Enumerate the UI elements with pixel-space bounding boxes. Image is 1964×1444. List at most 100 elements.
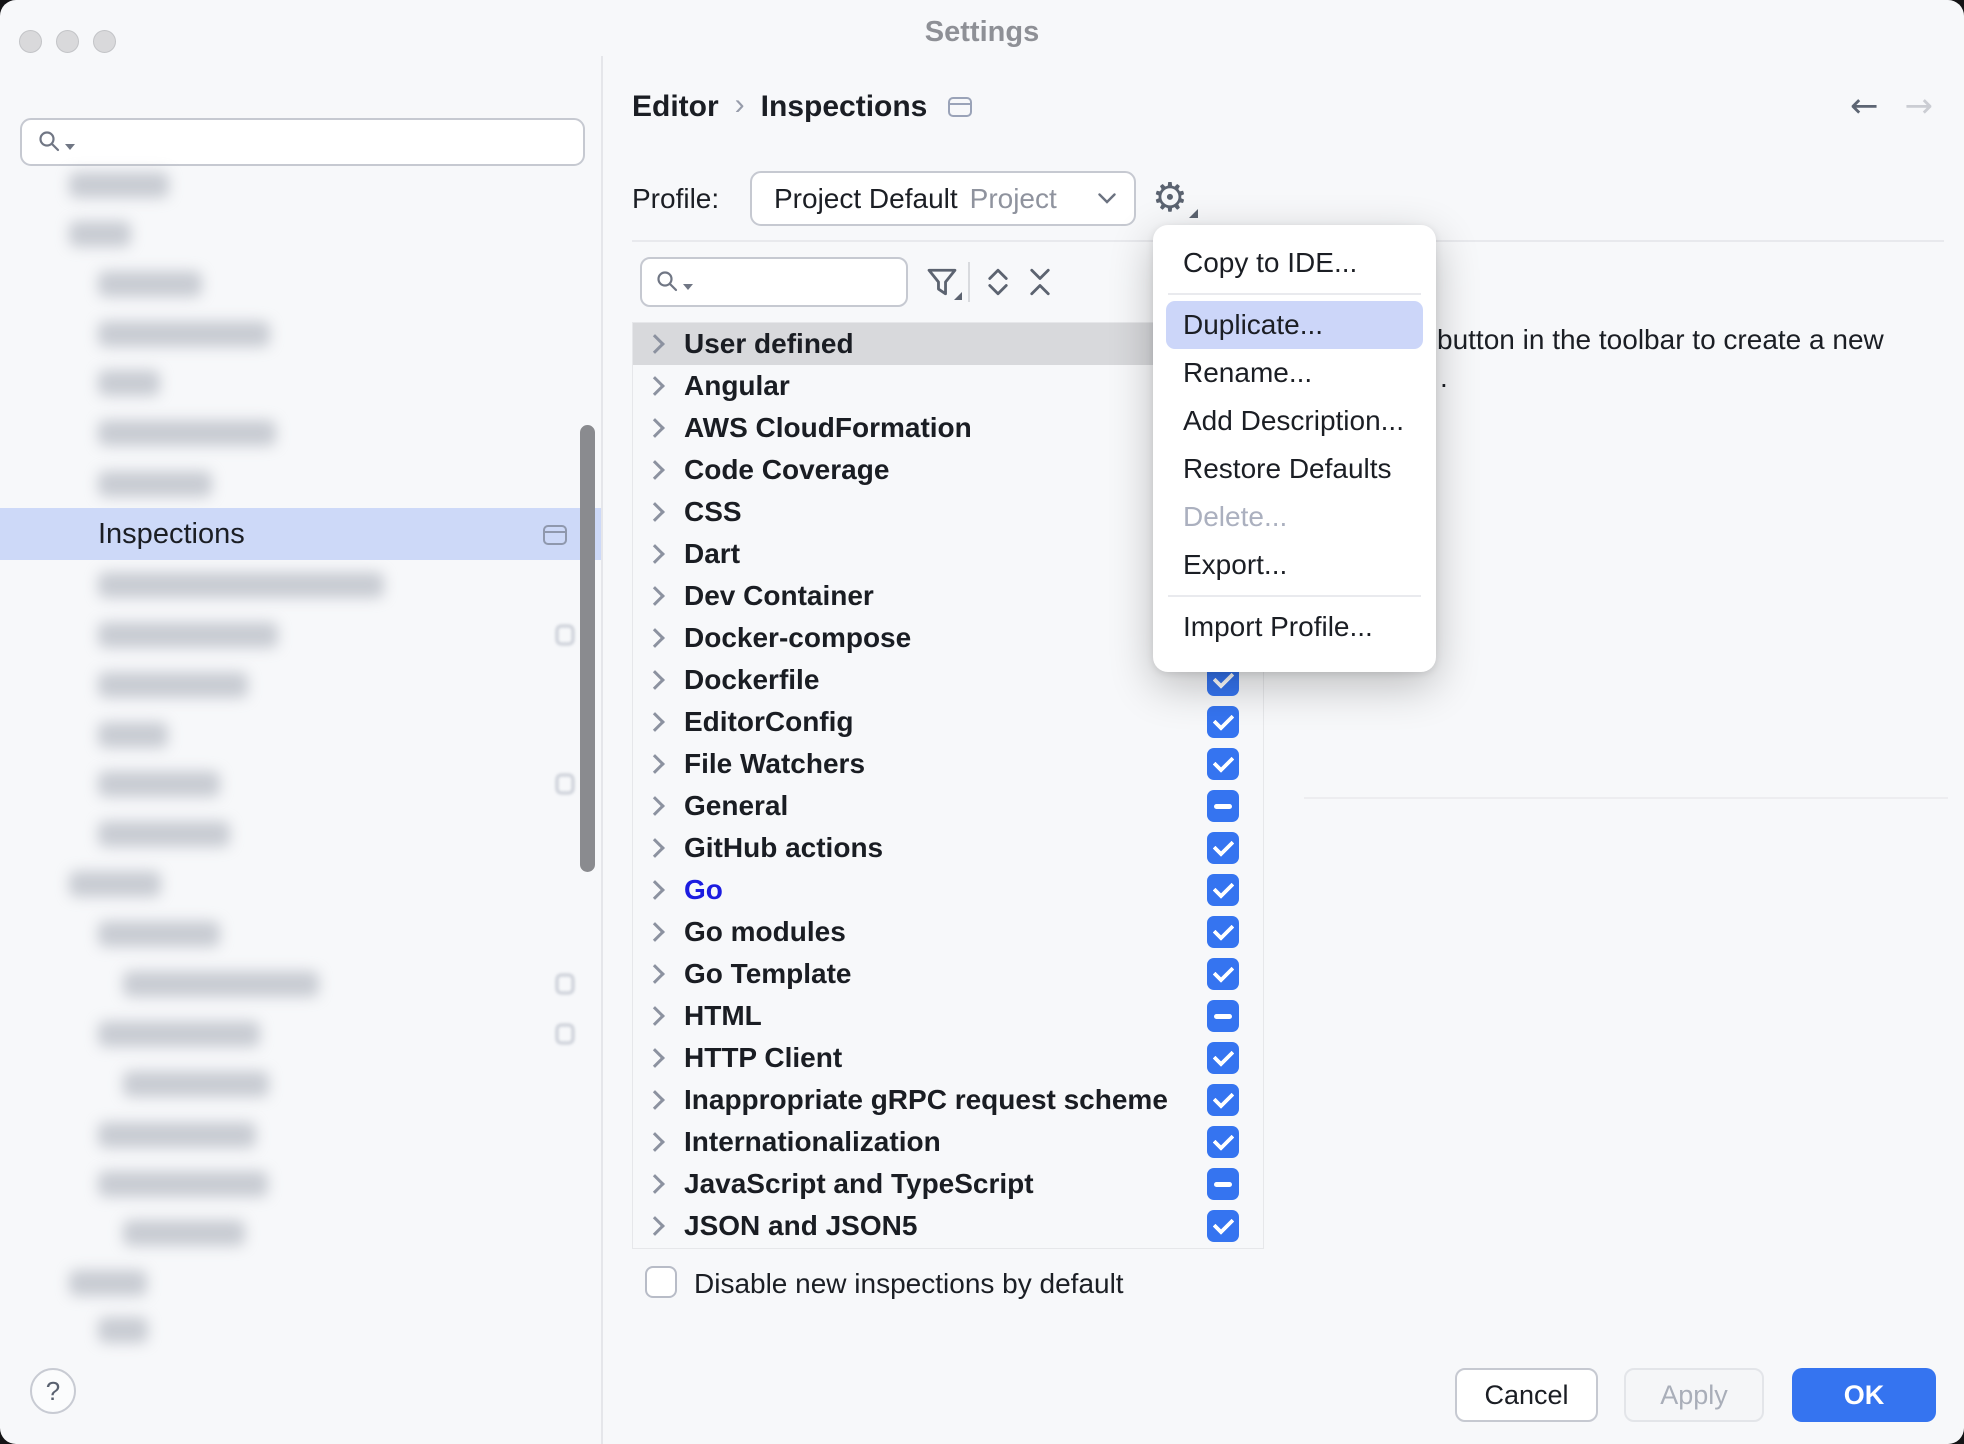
menu-item-import-profile[interactable]: Import Profile... (1153, 603, 1436, 651)
inspection-row-file-watchers[interactable]: File Watchers (633, 743, 1263, 785)
sidebar-item-blurred[interactable] (98, 1122, 256, 1148)
expand-chevron-icon[interactable] (645, 754, 665, 774)
expand-chevron-icon[interactable] (645, 418, 665, 438)
menu-item-duplicate[interactable]: Duplicate... (1166, 301, 1423, 349)
inspection-checkbox-javascript-and-typescript[interactable] (1207, 1168, 1239, 1200)
hint-text-line2: . (1440, 362, 1448, 394)
inspection-checkbox-html[interactable] (1207, 1000, 1239, 1032)
sidebar-item-blurred[interactable] (98, 420, 276, 446)
inspection-row-inappropriate-grpc-request-scheme[interactable]: Inappropriate gRPC request scheme (633, 1079, 1263, 1121)
profile-dropdown[interactable]: Project Default Project (750, 171, 1136, 226)
help-button[interactable]: ? (30, 1368, 76, 1414)
expand-chevron-icon[interactable] (645, 586, 665, 606)
sidebar-item-blurred[interactable] (98, 921, 220, 947)
inspection-checkbox-github-actions[interactable] (1207, 832, 1239, 864)
collapse-all-button[interactable] (1020, 262, 1060, 302)
expand-chevron-icon[interactable] (645, 544, 665, 564)
sidebar-item-blurred[interactable] (69, 221, 131, 247)
inspection-checkbox-go-modules[interactable] (1207, 916, 1239, 948)
expand-chevron-icon[interactable] (645, 1216, 665, 1236)
inspection-row-editorconfig[interactable]: EditorConfig (633, 701, 1263, 743)
expand-chevron-icon[interactable] (645, 334, 665, 354)
sidebar-item-blurred[interactable] (123, 971, 319, 997)
inspection-checkbox-file-watchers[interactable] (1207, 748, 1239, 780)
inspection-row-internationalization[interactable]: Internationalization (633, 1121, 1263, 1163)
sidebar-scrollbar[interactable] (580, 425, 595, 872)
expand-chevron-icon[interactable] (645, 628, 665, 648)
sidebar-item-blurred[interactable] (123, 1071, 269, 1097)
ok-button[interactable]: OK (1792, 1368, 1936, 1422)
sidebar-item-blurred[interactable] (98, 370, 160, 396)
cancel-button[interactable]: Cancel (1455, 1368, 1598, 1422)
inspection-checkbox-inappropriate-grpc-request-scheme[interactable] (1207, 1084, 1239, 1116)
sidebar-item-blurred[interactable] (98, 471, 212, 497)
inspection-checkbox-json-and-json5[interactable] (1207, 1210, 1239, 1242)
expand-chevron-icon[interactable] (645, 1132, 665, 1152)
sidebar-item-blurred[interactable] (98, 722, 168, 748)
expand-chevron-icon[interactable] (645, 502, 665, 522)
sidebar-item-blurred[interactable] (98, 1021, 260, 1047)
menu-item-copy-to-ide[interactable]: Copy to IDE... (1153, 239, 1436, 287)
inspection-row-javascript-and-typescript[interactable]: JavaScript and TypeScript (633, 1163, 1263, 1205)
inspection-row-go[interactable]: Go (633, 869, 1263, 911)
inspection-row-go-modules[interactable]: Go modules (633, 911, 1263, 953)
sidebar-item-blurred[interactable] (98, 271, 202, 297)
sidebar-item-blurred[interactable] (69, 1270, 147, 1296)
inspection-row-json-and-json5[interactable]: JSON and JSON5 (633, 1205, 1263, 1247)
inspections-search-input[interactable] (640, 257, 908, 307)
expand-chevron-icon[interactable] (645, 880, 665, 900)
sidebar-item-blurred[interactable] (98, 821, 230, 847)
expand-chevron-icon[interactable] (645, 1174, 665, 1194)
sidebar-item-blurred[interactable] (69, 172, 169, 198)
profile-gear-button[interactable]: ⚙ (1152, 174, 1200, 222)
sidebar-item-blurred[interactable] (98, 1317, 148, 1343)
expand-chevron-icon[interactable] (645, 796, 665, 816)
inspection-row-go-template[interactable]: Go Template (633, 953, 1263, 995)
sidebar-item-inspections[interactable]: Inspections (0, 508, 601, 560)
inspection-checkbox-general[interactable] (1207, 790, 1239, 822)
menu-item-restore-defaults[interactable]: Restore Defaults (1153, 445, 1436, 493)
inspection-checkbox-editorconfig[interactable] (1207, 706, 1239, 738)
inspection-row-general[interactable]: General (633, 785, 1263, 827)
menu-item-rename[interactable]: Rename... (1153, 349, 1436, 397)
sidebar-item-blurred[interactable] (69, 871, 161, 897)
expand-chevron-icon[interactable] (645, 376, 665, 396)
sidebar-item-blurred[interactable] (98, 622, 278, 648)
sidebar-item-blurred[interactable] (98, 672, 248, 698)
inspection-checkbox-go-template[interactable] (1207, 958, 1239, 990)
sidebar-search-input[interactable] (20, 118, 585, 166)
back-arrow-icon[interactable]: ← (1850, 88, 1879, 124)
inspection-checkbox-http-client[interactable] (1207, 1042, 1239, 1074)
inspection-row-html[interactable]: HTML (633, 995, 1263, 1037)
breadcrumb-editor[interactable]: Editor (632, 90, 719, 124)
expand-chevron-icon[interactable] (645, 1090, 665, 1110)
expand-all-button[interactable] (978, 262, 1018, 302)
expand-chevron-icon[interactable] (645, 670, 665, 690)
menu-item-add-description[interactable]: Add Description... (1153, 397, 1436, 445)
filter-button[interactable] (922, 262, 962, 302)
inspection-row-label: EditorConfig (684, 706, 854, 738)
expand-chevron-icon[interactable] (645, 922, 665, 942)
sidebar-item-blurred[interactable] (98, 771, 220, 797)
search-options-caret-icon[interactable] (683, 284, 693, 290)
inspection-checkbox-internationalization[interactable] (1207, 1126, 1239, 1158)
expand-chevron-icon[interactable] (645, 1048, 665, 1068)
inspection-row-http-client[interactable]: HTTP Client (633, 1037, 1263, 1079)
menu-item-export[interactable]: Export... (1153, 541, 1436, 589)
sidebar-item-blurred[interactable] (123, 1220, 245, 1246)
sidebar-item-blurred[interactable] (98, 321, 270, 347)
sidebar-item-blurred[interactable] (98, 1171, 268, 1197)
expand-chevron-icon[interactable] (645, 460, 665, 480)
sidebar-item-blurred[interactable] (98, 572, 384, 598)
expand-chevron-icon[interactable] (645, 964, 665, 984)
expand-chevron-icon[interactable] (645, 1006, 665, 1026)
profile-value: Project Default (774, 183, 958, 215)
expand-chevron-icon[interactable] (645, 838, 665, 858)
search-options-caret-icon[interactable] (65, 144, 75, 150)
expand-chevron-icon[interactable] (645, 712, 665, 732)
disable-new-inspections-checkbox[interactable] (645, 1266, 677, 1298)
sidebar-item-badge-icon (556, 774, 574, 794)
inspection-checkbox-go[interactable] (1207, 874, 1239, 906)
inspection-row-github-actions[interactable]: GitHub actions (633, 827, 1263, 869)
inspection-row-label: Go (684, 874, 723, 906)
